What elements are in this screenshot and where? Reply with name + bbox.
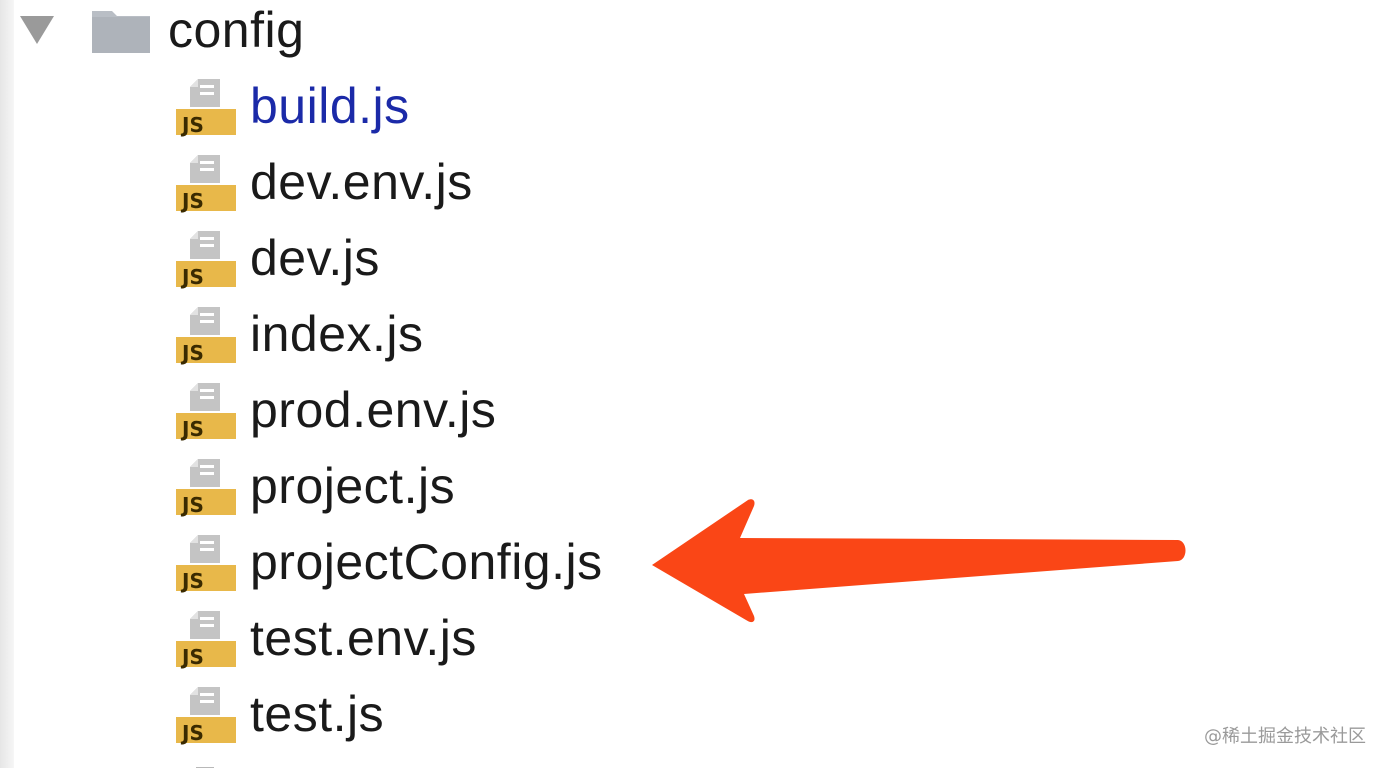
file-tree-screenshot: config JS build.js JS dev.env.js JS dev.js JS i…: [0, 0, 1384, 768]
file-name-label: index.js: [250, 306, 424, 362]
watermark: @稀土掘金技术社区: [1204, 726, 1366, 747]
js-file-icon: JS: [174, 531, 238, 593]
js-badge-label: JS: [182, 189, 204, 213]
file-name-label: dev.js: [250, 230, 380, 286]
tree-file-row[interactable]: JS index.js: [174, 296, 424, 372]
js-badge-label: JS: [182, 417, 204, 441]
tree-file-row[interactable]: JS test.js: [174, 676, 384, 752]
js-file-icon: JS: [174, 303, 238, 365]
disclosure-triangle-icon[interactable]: [12, 0, 62, 68]
file-name-label: build.js: [250, 78, 410, 134]
partial-row-icon: [174, 760, 238, 768]
js-file-icon: JS: [174, 379, 238, 441]
file-name-label: test.env.js: [250, 610, 477, 666]
tree-file-row[interactable]: JS dev.js: [174, 220, 380, 296]
js-file-icon: JS: [174, 455, 238, 517]
js-badge-label: JS: [182, 493, 204, 517]
tree-file-row[interactable]: JS prod.env.js: [174, 372, 496, 448]
js-badge-label: JS: [182, 721, 204, 745]
js-badge-label: JS: [182, 113, 204, 137]
js-badge-label: JS: [182, 265, 204, 289]
file-name-label: project.js: [250, 458, 456, 514]
tree-file-row[interactable]: JS test.env.js: [174, 600, 477, 676]
file-name-label: prod.env.js: [250, 382, 497, 438]
file-name-label: projectConfig.js: [250, 534, 603, 590]
folder-icon: [92, 11, 150, 53]
tree-folder-config[interactable]: config: [0, 0, 304, 68]
tree-gutter: [0, 0, 14, 768]
js-badge-label: JS: [182, 569, 204, 593]
js-badge-label: JS: [182, 645, 204, 669]
js-file-icon: JS: [174, 151, 238, 213]
js-file-icon: JS: [174, 75, 238, 137]
tree-file-row[interactable]: JS projectConfig.js: [174, 524, 603, 600]
file-name-label: test.js: [250, 686, 385, 742]
tree-file-row[interactable]: JS dev.env.js: [174, 144, 473, 220]
tree-file-row[interactable]: JS build.js: [174, 68, 410, 144]
folder-label: config: [168, 2, 305, 58]
js-badge-label: JS: [182, 341, 204, 365]
js-file-icon: JS: [174, 607, 238, 669]
red-arrow-icon: [652, 499, 1186, 623]
tree-file-row[interactable]: JS project.js: [174, 448, 455, 524]
js-file-icon: JS: [174, 227, 238, 289]
js-file-icon: JS: [174, 683, 238, 745]
file-name-label: dev.env.js: [250, 154, 473, 210]
